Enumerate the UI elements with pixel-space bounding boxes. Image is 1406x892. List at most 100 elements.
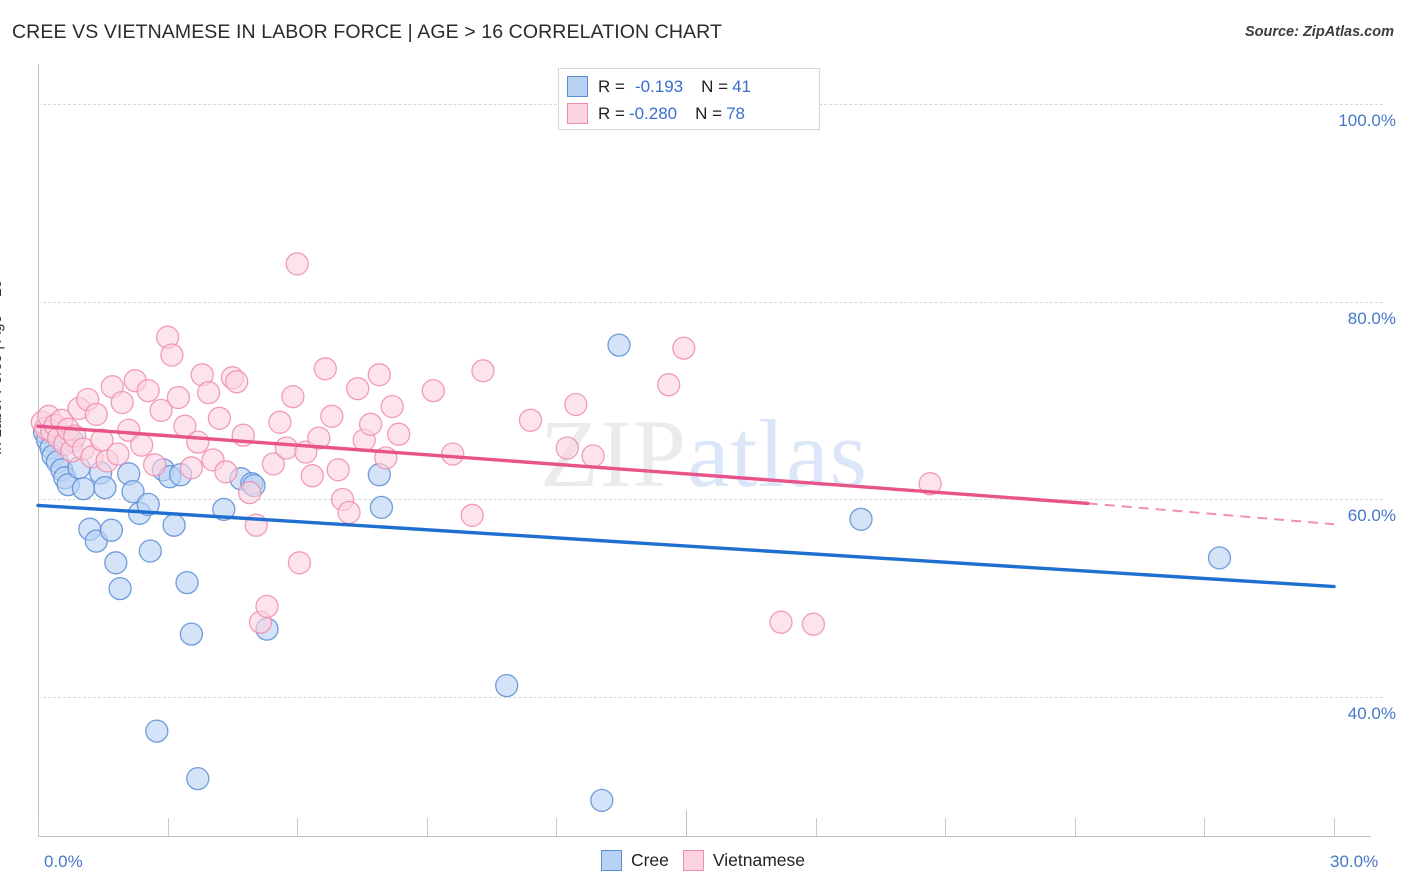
data-point bbox=[387, 422, 411, 446]
data-point bbox=[287, 551, 312, 575]
source-attribution: Source: ZipAtlas.com bbox=[1244, 24, 1394, 40]
y-axis-tick-label: 80.0% bbox=[1347, 308, 1396, 328]
vietnamese-r-value: -0.280 bbox=[628, 103, 678, 123]
data-point bbox=[41, 444, 65, 468]
data-point bbox=[374, 446, 398, 470]
data-point bbox=[294, 440, 318, 464]
data-point bbox=[93, 475, 117, 500]
data-point bbox=[367, 363, 391, 387]
data-point bbox=[160, 343, 184, 367]
data-point bbox=[367, 463, 391, 487]
series-vietnamese bbox=[30, 252, 942, 636]
data-point bbox=[518, 408, 543, 432]
data-point bbox=[495, 673, 519, 698]
y-axis-tick-label: 100.0% bbox=[1338, 110, 1396, 130]
cree-n-value: 41 bbox=[732, 76, 751, 96]
stats-row-vietnamese: R = -0.280 N = 78 bbox=[567, 100, 811, 127]
data-point bbox=[261, 452, 286, 476]
data-point bbox=[80, 445, 104, 469]
data-point bbox=[136, 378, 160, 403]
data-point bbox=[108, 576, 132, 601]
data-point bbox=[63, 424, 87, 448]
data-point bbox=[162, 513, 186, 537]
data-point bbox=[50, 408, 74, 432]
data-point bbox=[179, 622, 204, 646]
vietnamese-legend-label: Vietnamese bbox=[712, 850, 806, 870]
data-point bbox=[56, 417, 80, 441]
x-axis-tick bbox=[686, 810, 687, 836]
data-point bbox=[47, 426, 71, 450]
watermark-atlas: atlas bbox=[687, 400, 868, 507]
data-point bbox=[158, 465, 182, 489]
x-axis-tick bbox=[945, 818, 946, 836]
data-point bbox=[918, 472, 942, 496]
data-point bbox=[100, 375, 124, 399]
data-point bbox=[320, 404, 344, 428]
legend-item-cree[interactable]: Cree bbox=[600, 850, 669, 871]
data-point bbox=[155, 325, 180, 349]
data-point bbox=[32, 420, 57, 444]
data-point bbox=[358, 412, 383, 436]
data-point bbox=[190, 363, 214, 387]
data-point bbox=[326, 458, 350, 482]
data-point bbox=[84, 402, 108, 427]
data-point bbox=[149, 398, 173, 423]
stats-row-cree: R = -0.193 N = 41 bbox=[567, 73, 811, 100]
data-point bbox=[186, 766, 210, 791]
data-point bbox=[39, 436, 63, 460]
data-point bbox=[248, 610, 273, 634]
data-point bbox=[53, 432, 77, 456]
data-point bbox=[117, 462, 141, 486]
data-point bbox=[220, 366, 245, 390]
cree-legend-swatch bbox=[600, 850, 622, 871]
data-point bbox=[95, 449, 119, 473]
vietnamese-r-label: R = bbox=[598, 103, 625, 123]
data-point bbox=[60, 429, 85, 453]
data-point bbox=[313, 357, 337, 381]
data-point bbox=[186, 430, 210, 454]
data-point bbox=[281, 384, 305, 409]
data-point bbox=[142, 453, 167, 477]
data-point bbox=[136, 492, 160, 517]
data-point bbox=[130, 433, 154, 457]
x-axis-tick bbox=[38, 818, 39, 836]
data-point bbox=[88, 461, 113, 485]
data-point bbox=[196, 380, 221, 405]
data-point bbox=[207, 406, 232, 430]
x-axis-tick bbox=[1204, 818, 1205, 836]
data-point bbox=[37, 404, 61, 428]
chart-root: CREE VS VIETNAMESE IN LABOR FORCE | AGE … bbox=[0, 0, 1406, 892]
data-point bbox=[50, 458, 74, 482]
data-point bbox=[212, 497, 236, 522]
data-point bbox=[110, 390, 134, 415]
data-point bbox=[60, 439, 84, 463]
data-point bbox=[179, 456, 204, 480]
data-point bbox=[555, 436, 579, 460]
data-point bbox=[225, 370, 249, 394]
data-point bbox=[244, 513, 268, 537]
vietnamese-n-label: N = bbox=[695, 103, 723, 123]
data-point bbox=[78, 517, 102, 541]
data-point bbox=[166, 385, 191, 410]
data-point bbox=[268, 410, 292, 434]
data-point bbox=[242, 473, 266, 498]
x-axis-line bbox=[38, 836, 1371, 837]
data-point bbox=[71, 437, 96, 461]
vietnamese-n-value: 78 bbox=[726, 103, 745, 123]
data-point bbox=[229, 467, 253, 491]
correlation-stats-box: R = -0.193 N = 41 R = -0.280 N = 78 bbox=[558, 68, 820, 130]
y-axis-tick-label: 60.0% bbox=[1347, 506, 1396, 526]
trendline-extension-vietnamese bbox=[1087, 502, 1335, 526]
legend-item-vietnamese[interactable]: Vietnamese bbox=[682, 850, 806, 871]
data-point bbox=[441, 442, 465, 466]
gridline bbox=[38, 697, 1383, 699]
data-point bbox=[255, 617, 279, 641]
data-point bbox=[352, 428, 376, 452]
x-axis-tick bbox=[1075, 818, 1076, 836]
data-point bbox=[231, 423, 255, 447]
data-point bbox=[43, 413, 67, 437]
data-point bbox=[307, 426, 331, 450]
watermark-zip: ZIP bbox=[540, 400, 687, 507]
x-axis-tick bbox=[427, 818, 428, 836]
cree-color-swatch bbox=[567, 76, 588, 97]
